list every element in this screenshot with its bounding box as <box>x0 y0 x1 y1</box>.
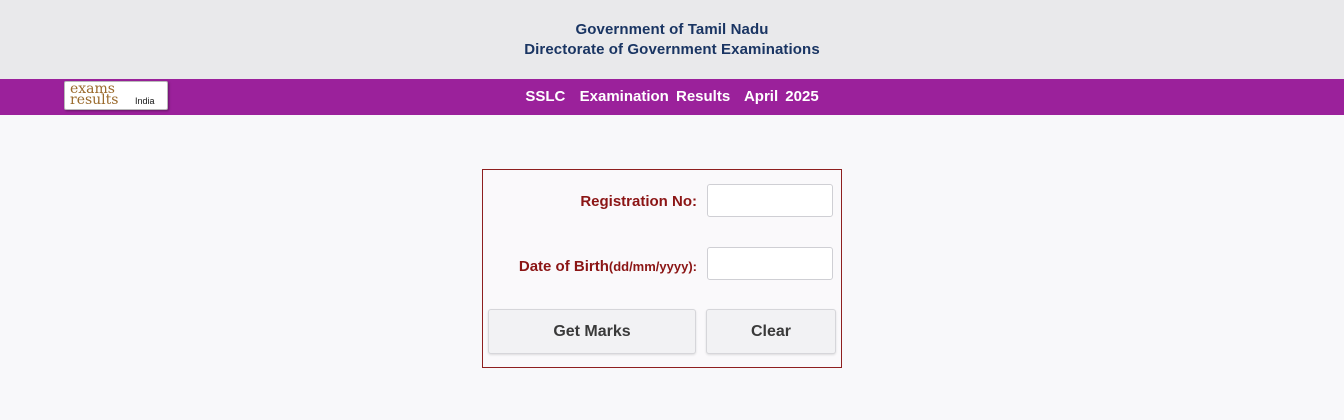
get-marks-button[interactable]: Get Marks <box>488 309 696 354</box>
directorate-title: Directorate of Government Examinations <box>524 41 820 58</box>
dob-format-hint: (dd/mm/yyyy): <box>608 259 697 274</box>
dob-label: Date of Birth(dd/mm/yyyy): <box>519 258 697 275</box>
logo-word-results: results <box>70 92 119 108</box>
government-title: Government of Tamil Nadu <box>575 21 769 38</box>
banner-title: SSLC Examination Results April 2025 <box>525 88 819 105</box>
dob-input[interactable] <box>707 247 833 280</box>
banner: SSLC Examination Results April 2025 exam… <box>0 79 1344 115</box>
header: Government of Tamil Nadu Directorate of … <box>0 0 1344 79</box>
results-page: Government of Tamil Nadu Directorate of … <box>0 0 1344 420</box>
logo-word-india: India <box>135 96 155 106</box>
registration-input[interactable] <box>707 184 833 217</box>
dob-label-text: Date of Birth <box>518 258 609 275</box>
results-form: Registration No: Date of Birth(dd/mm/yyy… <box>482 169 842 368</box>
clear-button[interactable]: Clear <box>706 309 836 354</box>
registration-label: Registration No: <box>580 193 697 210</box>
exams-results-india-logo[interactable]: exams results India <box>64 81 168 110</box>
